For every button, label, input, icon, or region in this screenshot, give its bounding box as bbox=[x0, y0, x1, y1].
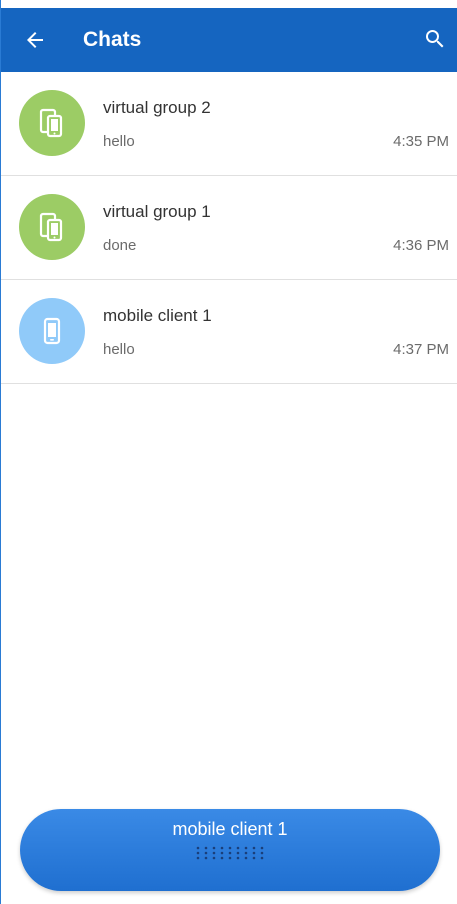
chat-preview: hello bbox=[103, 341, 135, 358]
chat-name: virtual group 1 bbox=[103, 202, 211, 221]
drag-handle-icon bbox=[196, 846, 264, 860]
active-client-button[interactable]: mobile client 1 bbox=[20, 809, 440, 891]
chat-preview: hello bbox=[103, 133, 135, 150]
avatar bbox=[19, 194, 85, 260]
page-title: Chats bbox=[83, 28, 142, 51]
back-button[interactable] bbox=[23, 28, 47, 52]
chat-time: 4:35 PM bbox=[393, 133, 449, 150]
search-button[interactable] bbox=[423, 27, 447, 51]
avatar bbox=[19, 298, 85, 364]
active-client-label: mobile client 1 bbox=[172, 819, 288, 839]
avatar bbox=[19, 90, 85, 156]
chats-screen: Chats virtual group 2 hello 4:35 PM virt… bbox=[0, 0, 457, 904]
chat-list: virtual group 2 hello 4:35 PM virtual gr… bbox=[1, 72, 457, 384]
chat-name: virtual group 2 bbox=[103, 98, 211, 117]
chat-list-item[interactable]: virtual group 1 done 4:36 PM bbox=[1, 176, 457, 280]
app-bar: Chats bbox=[1, 8, 457, 72]
chat-preview: done bbox=[103, 237, 137, 254]
chat-list-item[interactable]: virtual group 2 hello 4:35 PM bbox=[1, 72, 457, 176]
chat-time: 4:37 PM bbox=[393, 341, 449, 358]
devices-icon bbox=[39, 212, 63, 242]
chat-list-item[interactable]: mobile client 1 hello 4:37 PM bbox=[1, 280, 457, 384]
arrow-left-icon bbox=[27, 32, 43, 48]
devices-icon bbox=[39, 108, 63, 138]
chat-time: 4:36 PM bbox=[393, 237, 449, 254]
search-icon bbox=[426, 30, 444, 48]
status-strip bbox=[1, 0, 457, 8]
chat-name: mobile client 1 bbox=[103, 306, 212, 325]
smartphone-icon bbox=[43, 317, 61, 345]
